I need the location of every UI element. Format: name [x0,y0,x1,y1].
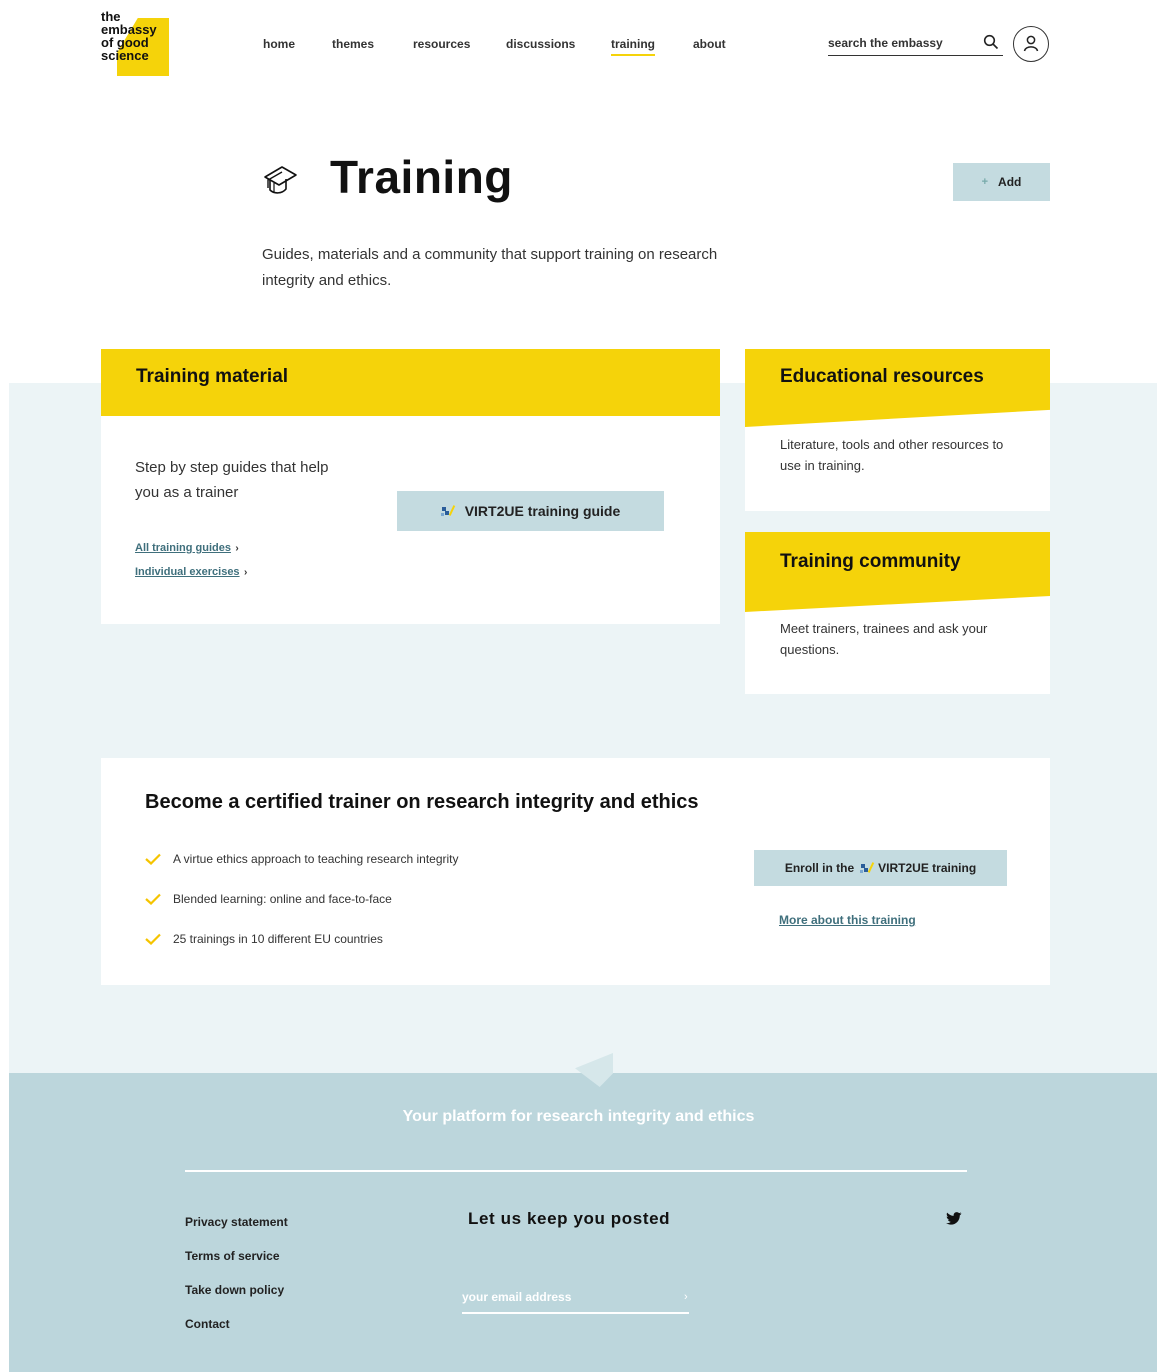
nav-resources[interactable]: resources [413,37,470,51]
privacy-statement-link[interactable]: Privacy statement [185,1215,288,1229]
virt2ue-logo-icon [858,861,875,875]
submit-arrow-icon[interactable]: › [684,1291,688,1303]
training-material-header: Training material [101,349,720,416]
graduation-cap-icon [264,166,297,194]
educational-resources-card[interactable]: Educational resources Literature, tools … [745,349,1050,511]
contact-link[interactable]: Contact [185,1317,230,1331]
twitter-icon[interactable] [946,1212,962,1225]
nav-home[interactable]: home [263,37,295,51]
logo-text: the embassy of good science [101,10,157,62]
benefit-item-text: Blended learning: online and face-to-fac… [173,892,392,906]
check-icon [145,933,161,945]
virt2ue-guide-button[interactable]: VIRT2UE training guide [397,491,664,531]
add-button[interactable]: + Add [953,163,1050,201]
footer-divider [185,1170,967,1172]
nav-training[interactable]: training [611,37,655,56]
add-button-label: Add [998,175,1022,189]
certified-trainer-title: Become a certified trainer on research i… [145,791,699,813]
footer-tagline: Your platform for research integrity and… [402,1108,755,1125]
page-title: Training [330,151,513,203]
logo-line: science [101,48,149,63]
terms-of-service-link[interactable]: Terms of service [185,1249,280,1263]
benefit-item: 25 trainings in 10 different EU countrie… [145,932,383,946]
training-community-header: Training community [745,532,1050,612]
chevron-right-icon: › [244,567,248,578]
all-training-guides-label: All training guides [135,542,231,554]
enroll-button[interactable]: Enroll in the VIRT2UE training [754,850,1007,886]
training-community-title: Training community [780,551,961,572]
search-input[interactable]: search the embassy [828,36,1003,56]
enroll-suffix: VIRT2UE training [878,861,977,875]
check-icon [145,893,161,905]
enroll-prefix: Enroll in the [784,861,855,875]
nav-about[interactable]: about [693,37,726,51]
plus-icon: + [981,176,989,188]
individual-exercises-link[interactable]: Individual exercises › [135,562,247,580]
training-material-text: Step by step guides that help you as a t… [135,459,329,501]
email-input[interactable]: your email address [462,1290,689,1314]
page-intro: Guides, materials and a community that s… [262,246,718,289]
benefit-item-text: 25 trainings in 10 different EU countrie… [173,932,383,946]
all-training-guides-link[interactable]: All training guides › [135,538,239,556]
search-icon[interactable] [983,34,999,50]
educational-resources-header: Educational resources [745,349,1050,427]
more-about-training-link[interactable]: More about this training [779,913,916,927]
training-community-text: Meet trainers, trainees and ask your que… [780,621,988,657]
nav-discussions[interactable]: discussions [506,37,575,51]
chevron-right-icon: › [235,543,239,554]
nav-themes[interactable]: themes [332,37,374,51]
benefit-item: Blended learning: online and face-to-fac… [145,892,392,906]
site-logo[interactable]: the embassy of good science [101,10,171,82]
educational-resources-title: Educational resources [780,366,984,387]
newsletter-title: Let us keep you posted [468,1209,671,1228]
check-icon [145,853,161,865]
user-account-button[interactable] [1013,26,1049,62]
benefit-item-text: A virtue ethics approach to teaching res… [173,852,459,866]
take-down-policy-link[interactable]: Take down policy [185,1283,284,1297]
benefit-item: A virtue ethics approach to teaching res… [145,852,459,866]
virt2ue-guide-label: VIRT2UE training guide [464,503,621,519]
individual-exercises-label: Individual exercises [135,566,240,578]
educational-resources-text: Literature, tools and other resources to… [780,437,1004,473]
user-icon [1023,35,1039,52]
training-community-card[interactable]: Training community Meet trainers, traine… [745,532,1050,694]
virt2ue-logo-icon [440,504,457,518]
training-material-title: Training material [136,366,289,387]
